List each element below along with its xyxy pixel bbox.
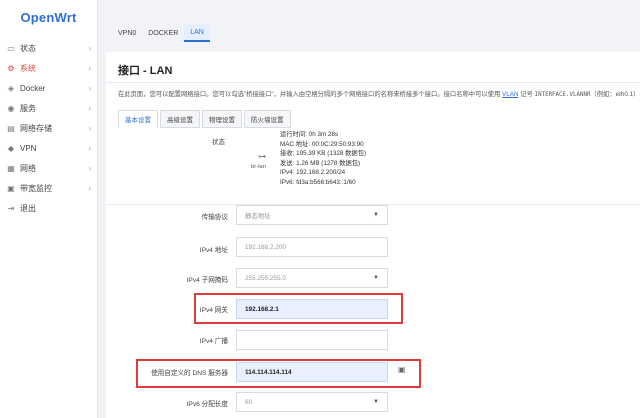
sidebar: OpenWrt ▭ 状态 › ⚙ 系统 › ◈ Docker › ◉ 服务 › ▤ 网络存储 › ◆… <box>0 0 98 418</box>
chart-icon: ▣ <box>7 183 15 193</box>
status-line-rx: 接收: 195.39 KB (1328 数据包) <box>280 150 367 158</box>
sidebar-item-label: 状态 <box>20 43 36 53</box>
netmask-label: IPv4 子网掩码 <box>186 277 228 284</box>
main-panel: 接口 - LAN 在此页面，您可以配置网络接口。您可以勾选"桥接接口"，并输入由… <box>106 52 640 418</box>
sidebar-item-network[interactable]: ▦ 网络 › <box>0 158 97 178</box>
sidebar-item-label: VPN <box>20 143 37 153</box>
monitor-icon: ▭ <box>7 43 15 53</box>
tab-vpn0[interactable]: VPN0 <box>112 24 142 42</box>
status-line-ipv6: IPv6: fd3a:b566:b643::1/60 <box>280 178 356 186</box>
dns-label: 使用自定义的 DNS 服务器 <box>151 370 228 377</box>
caret-down-icon: ▼ <box>373 399 379 405</box>
tab-lan[interactable]: LAN <box>184 24 210 42</box>
sidebar-item-services[interactable]: ◉ 服务 › <box>0 98 97 118</box>
ipv6-length-label: IPv6 分配长度 <box>186 401 228 408</box>
chevron-right-icon: › <box>88 63 91 73</box>
sidebar-item-storage[interactable]: ▤ 网络存储 › <box>0 118 97 138</box>
ipv4-address-label: IPv4 地址 <box>199 247 228 254</box>
sidebar-item-label: 系统 <box>20 63 36 73</box>
services-icon: ◉ <box>7 103 15 113</box>
protocol-value: 静态地址 <box>245 212 271 220</box>
logout-icon: ⇥ <box>7 203 15 213</box>
sidebar-item-vpn[interactable]: ◆ VPN › <box>0 138 97 158</box>
chevron-right-icon: › <box>88 43 91 53</box>
sidebar-item-logout[interactable]: ⇥ 退出 <box>0 198 97 218</box>
tab-advanced-settings[interactable]: 高级设置 <box>160 110 200 128</box>
status-details: 运行时间: 0h 3m 28s MAC 地址: 00:0C:29:50:93:9… <box>280 130 366 188</box>
sidebar-nav: ▭ 状态 › ⚙ 系统 › ◈ Docker › ◉ 服务 › ▤ 网络存储 › ◆ VPN › ▦ 网络… <box>0 38 97 218</box>
interface-name: br-lan <box>251 164 266 170</box>
status-line-uptime: 运行时间: 0h 3m 28s <box>280 131 339 138</box>
ipv6-length-value: 60 <box>245 398 253 406</box>
interface-tabs: VPN0 DOCKER LAN <box>112 24 210 42</box>
sidebar-item-status[interactable]: ▭ 状态 › <box>0 38 97 58</box>
sidebar-item-label: 退出 <box>20 203 36 213</box>
tab-basic-settings[interactable]: 基本设置 <box>118 110 158 128</box>
status-line-tx: 发送: 1.26 MB (1278 数据包) <box>280 159 361 167</box>
shield-icon: ◆ <box>7 143 15 153</box>
status-line-mac: MAC 地址: 00:0C:29:50:93:90 <box>280 140 364 148</box>
sidebar-item-label: Docker <box>20 83 46 93</box>
sidebar-item-bandwidth[interactable]: ▣ 带宽监控 › <box>0 178 97 198</box>
netmask-select[interactable]: 255.255.255.0 ▼ <box>236 268 388 288</box>
status-label: 状态 <box>212 139 225 146</box>
broadcast-input[interactable] <box>236 330 388 350</box>
caret-down-icon: ▼ <box>373 212 379 218</box>
sidebar-item-label: 服务 <box>20 103 36 113</box>
desc-text: 在此页面，您可以配置网络接口。您可以勾选"桥接接口"，并输入由空格分隔的多个网络… <box>118 91 503 98</box>
tab-docker[interactable]: DOCKER <box>142 24 184 42</box>
protocol-select[interactable]: 静态地址 ▼ <box>236 205 388 225</box>
chevron-right-icon: › <box>88 183 91 193</box>
dns-input[interactable]: 114.114.114.114 <box>236 362 388 382</box>
gateway-label: IPv4 网关 <box>199 307 228 314</box>
chevron-right-icon: › <box>88 123 91 133</box>
desc-code: INTERFACE.VLANNR <box>534 92 591 98</box>
page-title: 接口 - LAN <box>118 65 173 77</box>
chevron-right-icon: › <box>88 163 91 173</box>
sidebar-item-system[interactable]: ⚙ 系统 › <box>0 58 97 78</box>
gear-icon: ⚙ <box>7 63 15 73</box>
settings-tabs: 基本设置 高级设置 物理设置 防火墙设置 <box>118 110 293 128</box>
page-description: 在此页面，您可以配置网络接口。您可以勾选"桥接接口"，并输入由空格分隔的多个网络… <box>118 89 639 98</box>
sidebar-item-label: 带宽监控 <box>20 183 52 193</box>
broadcast-label: IPv4 广播 <box>199 338 228 345</box>
title-divider <box>106 82 640 83</box>
protocol-label: 传输协议 <box>201 214 228 221</box>
network-port-icon: ⊶ <box>258 152 266 161</box>
sidebar-item-label: 网络存储 <box>20 123 52 133</box>
sidebar-item-label: 网络 <box>20 163 36 173</box>
tab-firewall-settings[interactable]: 防火墙设置 <box>244 110 291 128</box>
ipv4-address-input[interactable]: 192.168.2.200 <box>236 237 388 257</box>
chevron-right-icon: › <box>88 83 91 93</box>
status-line-ipv4: IPv4: 192.168.2.200/24 <box>280 169 346 177</box>
openwrt-logo[interactable]: OpenWrt <box>0 0 97 34</box>
chevron-right-icon: › <box>88 103 91 113</box>
docker-icon: ◈ <box>7 83 15 93</box>
vlan-link[interactable]: VLAN <box>502 91 518 98</box>
storage-icon: ▤ <box>7 123 15 133</box>
desc-text: （例如：eth0.1） <box>590 91 640 98</box>
caret-down-icon: ▼ <box>373 275 379 281</box>
desc-text: 记号 <box>518 91 535 98</box>
netmask-value: 255.255.255.0 <box>245 274 286 282</box>
sidebar-item-docker[interactable]: ◈ Docker › <box>0 78 97 98</box>
tab-physical-settings[interactable]: 物理设置 <box>202 110 242 128</box>
save-icon[interactable]: ▣ <box>398 365 406 374</box>
chevron-right-icon: › <box>88 143 91 153</box>
network-icon: ▦ <box>7 163 15 173</box>
gateway-input[interactable]: 192.168.2.1 <box>236 299 388 319</box>
ipv6-length-select[interactable]: 60 ▼ <box>236 392 388 412</box>
